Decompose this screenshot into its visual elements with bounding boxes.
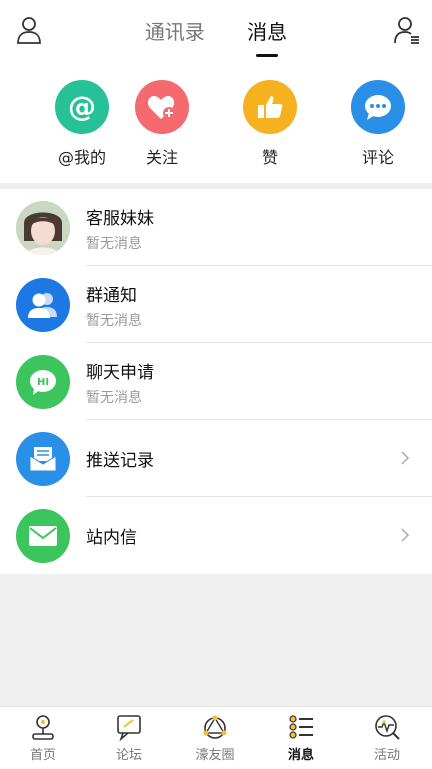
svg-text:HI: HI — [37, 377, 49, 388]
top-bar: 通讯录 消息 — [0, 0, 432, 62]
quick-action-label: 评论 — [361, 148, 394, 167]
quick-action-label: 赞 — [261, 148, 278, 167]
tab-messages[interactable]: 消息 — [247, 16, 288, 57]
at-icon: @ — [55, 80, 109, 134]
heart-plus-icon — [135, 80, 189, 134]
nav-label: 濠友圈 — [195, 748, 235, 763]
hi-bubble-icon: HI — [16, 355, 70, 409]
nav-messages[interactable]: 消息 — [258, 713, 344, 763]
nav-friends-circle[interactable]: 濠友圈 — [172, 713, 258, 763]
message-list: 客服妹妹 暂无消息 群通知 暂无消息 HI 聊天申请 暂无消息 推送记录 站内信 — [0, 189, 432, 574]
chat-bubble-icon — [351, 80, 405, 134]
thumbs-up-icon — [243, 80, 297, 134]
list-item-title: 群通知 — [86, 286, 137, 306]
nav-activity[interactable]: 活动 — [344, 713, 430, 763]
nav-label: 消息 — [287, 748, 314, 763]
envelope-icon — [16, 509, 70, 563]
list-item-subtitle: 暂无消息 — [86, 390, 142, 406]
push-mail-icon — [16, 432, 70, 486]
list-item-subtitle: 暂无消息 — [86, 313, 142, 329]
list-item-group-notice[interactable]: 群通知 暂无消息 — [0, 266, 432, 343]
quick-action-at-me[interactable]: @ @我的 — [37, 80, 127, 168]
activity-search-icon — [375, 715, 400, 740]
contact-list-icon[interactable] — [394, 16, 420, 44]
active-tab-underline — [256, 54, 279, 57]
nav-label: 活动 — [373, 748, 400, 763]
quick-action-comment[interactable]: 评论 — [333, 80, 423, 168]
group-icon — [16, 278, 70, 332]
joystick-icon — [32, 715, 54, 740]
nav-label: 论坛 — [115, 748, 142, 763]
bottom-nav: 首页 论坛 濠友圈 消息 活动 — [0, 706, 432, 769]
quick-actions: @ @我的 关注 赞 评论 — [0, 62, 432, 183]
forum-icon — [117, 715, 141, 741]
list-item-subtitle: 暂无消息 — [86, 236, 142, 252]
message-list-icon — [289, 715, 313, 739]
list-item-title: 客服妹妹 — [86, 209, 154, 229]
list-item-title: 推送记录 — [86, 451, 154, 471]
chevron-right-icon — [401, 528, 410, 542]
header-tabs: 通讯录 消息 — [0, 16, 432, 57]
circle-network-icon — [203, 715, 227, 739]
tab-messages-label: 消息 — [247, 20, 288, 44]
quick-action-label: 关注 — [145, 148, 178, 167]
list-item-title: 站内信 — [86, 528, 137, 548]
tab-contacts[interactable]: 通讯录 — [145, 16, 205, 45]
list-item-customer-service[interactable]: 客服妹妹 暂无消息 — [0, 189, 432, 266]
nav-forum[interactable]: 论坛 — [86, 713, 172, 763]
quick-action-follow[interactable]: 关注 — [117, 80, 207, 168]
svg-text:@: @ — [68, 90, 96, 123]
avatar — [16, 201, 70, 255]
quick-action-label: @我的 — [57, 148, 106, 167]
list-item-site-mail[interactable]: 站内信 — [0, 497, 432, 574]
quick-action-like[interactable]: 赞 — [225, 80, 315, 168]
nav-home[interactable]: 首页 — [0, 713, 86, 763]
list-item-push-records[interactable]: 推送记录 — [0, 420, 432, 497]
list-item-title: 聊天申请 — [86, 363, 154, 383]
nav-label: 首页 — [29, 748, 56, 763]
chevron-right-icon — [401, 451, 410, 465]
list-item-chat-request[interactable]: HI 聊天申请 暂无消息 — [0, 343, 432, 420]
